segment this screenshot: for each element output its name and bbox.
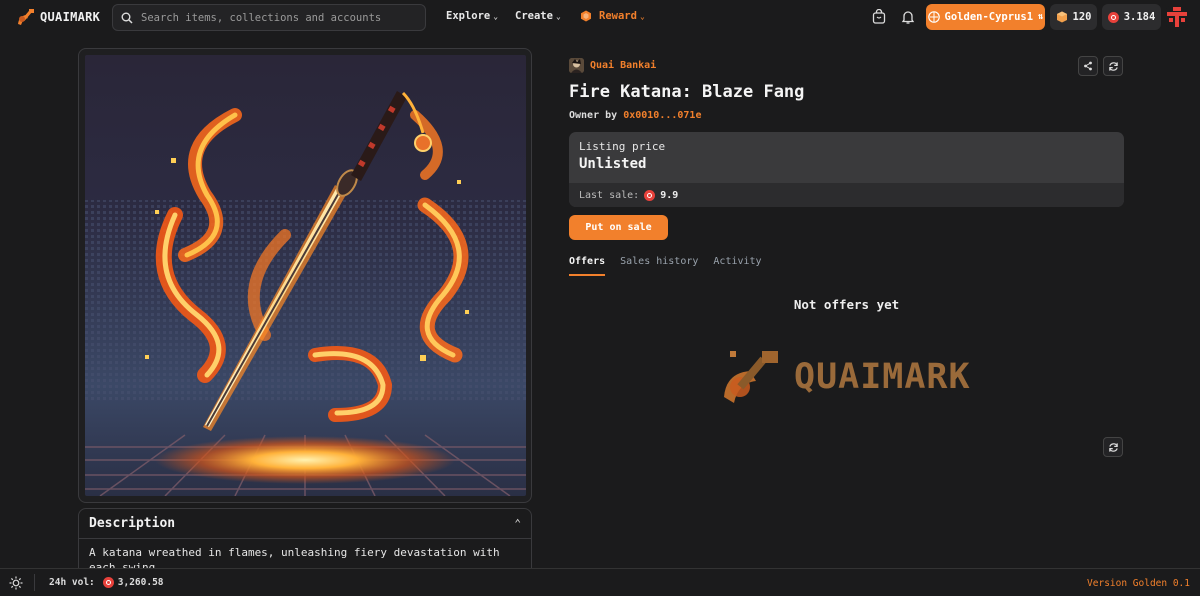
cart-icon[interactable] (871, 9, 887, 25)
last-sale-row: Last sale: 9.9 (569, 183, 1124, 207)
volume-value: 3,260.58 (117, 577, 164, 588)
footer-divider (34, 574, 35, 591)
tab-offers[interactable]: Offers (569, 256, 606, 276)
footer-bar: 24h vol: 3,260.58 Version Golden 0.1 (0, 568, 1200, 596)
quaimark-logo-icon (18, 9, 34, 25)
description-header[interactable]: Description ⌃ (79, 509, 531, 539)
owner-address-link[interactable]: 0x0010...071e (623, 110, 701, 121)
search-bar[interactable] (112, 4, 426, 31)
volume-24h: 24h vol: 3,260.58 (49, 577, 164, 588)
quaimark-logo-icon (724, 351, 778, 403)
chevron-down-icon: ⌄ (555, 11, 561, 21)
nft-image-frame (78, 48, 532, 503)
logo-text: QUAIMARK (40, 10, 101, 24)
logo[interactable]: QUAIMARK (16, 8, 100, 26)
search-icon (121, 12, 133, 24)
collection-link[interactable]: Quai Bankai (569, 58, 656, 73)
owner-line: Owner by 0x0010...071e (569, 110, 701, 121)
wallet-label: Golden-Cyprus1 (944, 11, 1034, 23)
chevron-down-icon: ⌄ (493, 11, 499, 21)
points-badge[interactable]: 120 (1050, 4, 1097, 30)
points-cube-icon (1056, 11, 1067, 23)
user-avatar[interactable] (1166, 6, 1188, 28)
nft-image[interactable] (85, 55, 526, 496)
price-card: Listing price Unlisted Last sale: 9.9 (569, 132, 1124, 207)
reward-hexagon-icon (581, 10, 591, 22)
last-sale-label: Last sale: (579, 189, 640, 201)
refresh-icon (1108, 61, 1118, 71)
quaimark-watermark: QUAIMARK (720, 347, 971, 407)
nav-create-label: Create (515, 10, 553, 22)
top-navbar: QUAIMARK Explore ⌄ Create ⌄ Reward ⌄ (0, 0, 1200, 34)
theme-toggle-sun-icon[interactable] (9, 576, 23, 590)
chevron-down-icon: ⌄ (639, 11, 645, 21)
listing-price-value: Unlisted (579, 156, 647, 172)
description-title: Description (89, 516, 176, 531)
quai-coin-icon (102, 577, 114, 588)
bell-icon[interactable] (900, 9, 916, 25)
version-label: Version Golden 0.1 (1087, 578, 1190, 589)
fire-katana-artwork (85, 55, 526, 496)
wallet-avatar-icon (927, 11, 940, 23)
detail-tabs: Offers Sales history Activity (569, 256, 762, 276)
wallet-button[interactable]: Golden-Cyprus1 ⇅ (926, 4, 1045, 30)
balance-value: 3.184 (1123, 11, 1156, 23)
refresh-icon (1108, 442, 1118, 452)
last-sale-value: 9.9 (660, 189, 679, 201)
nav-reward-label: Reward (599, 10, 637, 22)
owner-prefix: Owner by (569, 110, 618, 121)
item-title: Fire Katana: Blaze Fang (569, 82, 805, 102)
nav-explore[interactable]: Explore ⌄ (446, 10, 498, 22)
watermark-text: QUAIMARK (794, 357, 971, 397)
empty-offers-message: Not offers yet (793, 297, 900, 312)
share-icon (1084, 61, 1092, 71)
volume-label: 24h vol: (49, 577, 95, 588)
offers-refresh-button[interactable] (1103, 437, 1123, 457)
search-input[interactable] (141, 11, 411, 24)
nav-create[interactable]: Create ⌄ (515, 10, 561, 22)
listing-price-label: Listing price (579, 140, 666, 153)
tab-activity[interactable]: Activity (713, 256, 761, 276)
chevron-up-down-icon: ⇅ (1038, 12, 1044, 22)
refresh-button[interactable] (1103, 56, 1123, 76)
share-button[interactable] (1078, 56, 1098, 76)
quai-coin-icon (1107, 11, 1119, 23)
tab-sales-history[interactable]: Sales history (620, 256, 698, 276)
nav-reward[interactable]: Reward ⌄ (580, 10, 645, 22)
balance-badge[interactable]: 3.184 (1102, 4, 1161, 30)
points-value: 120 (1072, 11, 1092, 23)
collection-name: Quai Bankai (590, 60, 657, 71)
put-on-sale-button[interactable]: Put on sale (569, 215, 668, 240)
quai-coin-icon (644, 189, 656, 201)
nav-explore-label: Explore (446, 10, 491, 22)
collection-avatar (569, 58, 584, 73)
chevron-up-icon[interactable]: ⌃ (514, 517, 521, 530)
